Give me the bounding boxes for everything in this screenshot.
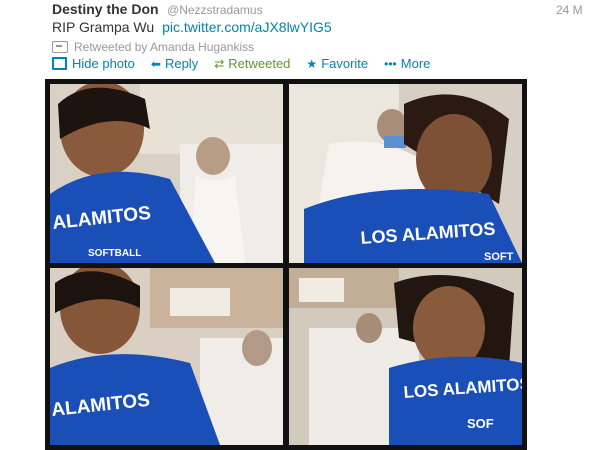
reply-icon: ⬅ bbox=[150, 56, 161, 71]
author-handle[interactable]: @Nezzstradamus bbox=[167, 3, 263, 17]
tweet-timestamp[interactable]: 24 M bbox=[556, 3, 583, 17]
shirt-text: SOFT bbox=[484, 251, 514, 263]
shirt-text: SOF bbox=[467, 416, 494, 431]
retweeted-by-text[interactable]: Retweeted by Amanda Hugankiss bbox=[74, 40, 254, 54]
photo-tile-top-left: ALAMITOS SOFTBALL bbox=[50, 84, 283, 263]
tweet-body: RIP Grampa Wu bbox=[52, 19, 155, 35]
star-icon: ★ bbox=[306, 56, 318, 71]
more-label: More bbox=[400, 56, 431, 71]
hide-photo-button[interactable]: Hide photo bbox=[52, 56, 135, 71]
shirt-text: SOFTBALL bbox=[88, 248, 141, 259]
favorite-button[interactable]: ★ Favorite bbox=[306, 56, 368, 71]
tweet-actions: Hide photo ⬅ Reply ⇄ Retweeted ★ Favorit… bbox=[52, 56, 446, 71]
retweet-context: Retweeted by Amanda Hugankiss bbox=[52, 40, 254, 54]
retweet-icon: ⇄ bbox=[214, 56, 225, 71]
more-dots-icon: ••• bbox=[384, 56, 397, 71]
reply-button[interactable]: ⬅ Reply bbox=[151, 56, 198, 71]
photo-tile-bottom-left: ALAMITOS bbox=[50, 268, 283, 445]
retweeted-button[interactable]: ⇄ Retweeted bbox=[214, 56, 290, 71]
hide-photo-label: Hide photo bbox=[72, 56, 135, 71]
more-button[interactable]: ••• More bbox=[384, 56, 430, 71]
tweet-card: Destiny the Don @Nezzstradamus 24 M RIP … bbox=[0, 0, 600, 450]
retweeted-label: Retweeted bbox=[228, 56, 291, 71]
tweet-photo[interactable]: ALAMITOS SOFTBALL LOS ALAMITOS SOFT ALAM… bbox=[45, 79, 527, 450]
tweet-text: RIP Grampa Wu pic.twitter.com/aJX8lwYIG5 bbox=[52, 19, 332, 35]
photo-tile-top-right: LOS ALAMITOS SOFT bbox=[289, 84, 522, 263]
favorite-label: Favorite bbox=[321, 56, 369, 71]
reply-label: Reply bbox=[164, 56, 199, 71]
author-name[interactable]: Destiny the Don bbox=[52, 1, 159, 17]
photo-tile-bottom-right: LOS ALAMITOS SOF bbox=[289, 268, 522, 445]
photo-link[interactable]: pic.twitter.com/aJX8lwYIG5 bbox=[162, 19, 332, 35]
author-line: Destiny the Don @Nezzstradamus bbox=[52, 1, 263, 19]
photo-icon bbox=[52, 57, 67, 70]
retweet-context-icon bbox=[52, 41, 68, 53]
